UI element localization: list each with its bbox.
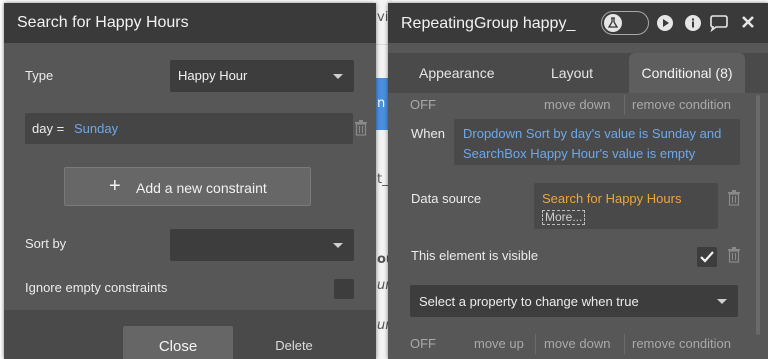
remove-condition-button[interactable]: remove condition: [632, 336, 731, 351]
chevron-down-icon: [717, 299, 727, 304]
search-editor-panel: Search for Happy Hours Type Happy Hour d…: [4, 3, 376, 359]
when-expression: Dropdown Sort by day's value is Sunday a…: [463, 126, 722, 161]
element-name[interactable]: RepeatingGroup happy_: [401, 15, 575, 33]
trash-icon[interactable]: [727, 247, 741, 263]
play-icon[interactable]: [656, 14, 674, 32]
scrollbar[interactable]: [756, 95, 760, 335]
sort-by-dropdown[interactable]: [170, 229, 354, 261]
data-source-label: Data source: [411, 191, 482, 206]
canvas-text: t_: [377, 172, 389, 187]
tab-layout[interactable]: Layout: [551, 65, 593, 81]
tab-conditional-label: Conditional (8): [641, 65, 733, 81]
chevron-down-icon: [333, 243, 343, 248]
tab-conditional[interactable]: Conditional (8): [629, 53, 745, 93]
visible-checkbox[interactable]: [697, 247, 717, 267]
canvas-text: vi: [377, 10, 389, 25]
info-icon[interactable]: [684, 14, 702, 32]
more-button[interactable]: More...: [542, 210, 586, 225]
type-dropdown-value: Happy Hour: [178, 68, 248, 83]
search-panel-footer: Close Delete: [4, 310, 376, 359]
close-icon[interactable]: [740, 14, 758, 32]
divider: [535, 334, 536, 354]
move-down-button[interactable]: move down: [544, 336, 610, 351]
move-down-button[interactable]: move down: [544, 97, 610, 112]
search-panel-title: Search for Happy Hours: [17, 14, 189, 31]
chevron-down-icon: [333, 74, 343, 79]
condition-toolbar: OFF move up move down remove condition: [388, 334, 768, 354]
constraint-field: day =: [32, 121, 65, 136]
divider: [624, 95, 625, 115]
add-constraint-button[interactable]: + Add a new constraint: [64, 167, 311, 206]
data-source-value[interactable]: Search for Happy Hours: [542, 191, 681, 206]
search-panel-header: Search for Happy Hours: [4, 3, 376, 43]
divider: [624, 334, 625, 354]
property-panel-header: RepeatingGroup happy_: [388, 3, 768, 43]
add-constraint-label: Add a new constraint: [136, 180, 267, 196]
property-select-placeholder: Select a property to change when true: [419, 294, 639, 309]
visible-label: This element is visible: [411, 248, 539, 263]
type-dropdown[interactable]: Happy Hour: [170, 60, 354, 92]
move-up-button[interactable]: move up: [474, 336, 524, 351]
condition-off-toggle[interactable]: OFF: [410, 336, 436, 351]
when-expression-field[interactable]: Dropdown Sort by day's value is Sunday a…: [454, 119, 740, 165]
comment-icon[interactable]: [709, 14, 728, 33]
ignore-empty-checkbox[interactable]: [334, 279, 354, 299]
close-button-label: Close: [158, 338, 198, 355]
constraint-value[interactable]: Sunday: [74, 121, 118, 136]
property-editor-panel: RepeatingGroup happy_ Appearance Layout …: [388, 3, 768, 359]
canvas-text: n: [377, 96, 386, 111]
remove-condition-button[interactable]: remove condition: [632, 97, 731, 112]
type-label: Type: [25, 68, 54, 83]
plus-icon: +: [109, 175, 121, 197]
trash-icon[interactable]: [354, 120, 368, 136]
property-tabs: Appearance Layout Conditional (8): [388, 53, 768, 93]
property-select[interactable]: Select a property to change when true: [410, 285, 738, 317]
sort-by-label: Sort by: [25, 236, 67, 251]
when-label: When: [411, 126, 445, 141]
ignore-empty-label: Ignore empty constraints: [25, 280, 168, 295]
delete-button[interactable]: Delete: [260, 338, 328, 353]
data-source-field[interactable]: Search for Happy Hours More...: [534, 183, 718, 229]
constraint-row[interactable]: day = Sunday: [25, 113, 353, 144]
condition-toolbar: OFF move down remove condition: [388, 95, 768, 115]
condition-off-toggle[interactable]: OFF: [410, 97, 436, 112]
debug-toggle[interactable]: [601, 11, 649, 35]
close-button[interactable]: Close: [123, 326, 233, 359]
trash-icon[interactable]: [727, 190, 741, 206]
flask-icon: [604, 14, 622, 32]
tab-appearance[interactable]: Appearance: [419, 65, 495, 81]
